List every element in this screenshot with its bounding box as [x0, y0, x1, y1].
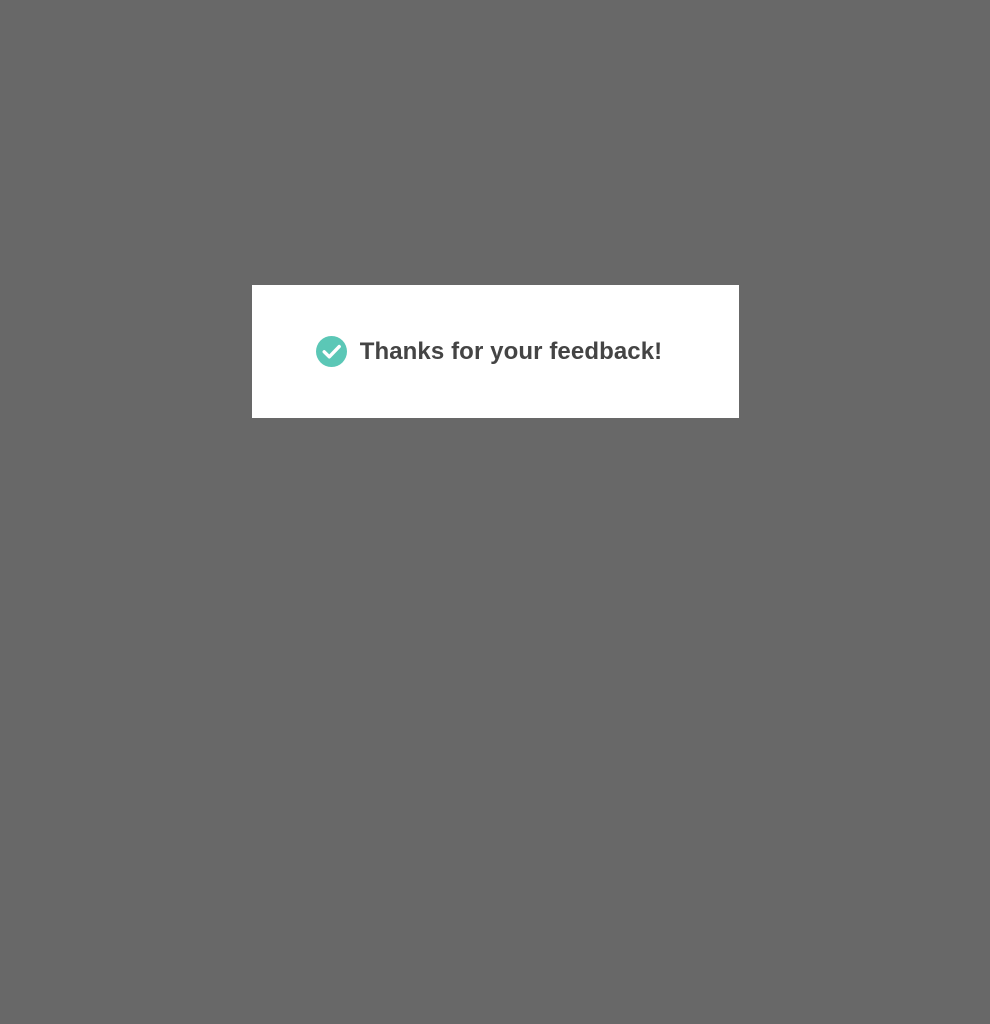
confirmation-message: Thanks for your feedback! — [359, 337, 663, 365]
modal-overlay[interactable] — [0, 0, 990, 1024]
confirmation-message-row: Thanks for your feedback! — [315, 336, 663, 367]
check-circle-icon — [315, 336, 347, 367]
feedback-confirmation-dialog: Thanks for your feedback! — [252, 285, 739, 418]
